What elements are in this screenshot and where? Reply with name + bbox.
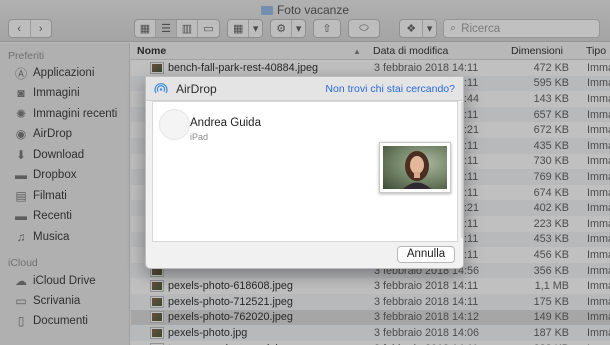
airdrop-icon (154, 83, 168, 94)
portrait-figure (403, 151, 431, 189)
airdrop-recipients: Andrea Guida iPad (152, 101, 458, 242)
portrait-image (383, 146, 447, 189)
recipient-device: iPad (190, 132, 209, 142)
scrollbar[interactable] (461, 102, 463, 238)
help-link[interactable]: Non trovi chi stai cercando? (325, 83, 455, 95)
avatar (159, 109, 190, 140)
airdrop-sheet-header: AirDrop Non trovi chi stai cercando? (146, 77, 463, 101)
airdrop-sheet: AirDrop Non trovi chi stai cercando? And… (145, 76, 464, 269)
recipient-name: Andrea Guida (190, 117, 261, 129)
cancel-button[interactable]: Annulla (397, 246, 455, 263)
airdrop-title: AirDrop (176, 82, 217, 96)
finder-window: Foto vacanze ‹ › ▦ ☰ ▥ ▭ ▦ ▾ ⚙ ▾ ⇧ ⬭ ❖ ▾ (0, 0, 610, 345)
shared-photo-preview (379, 142, 451, 193)
